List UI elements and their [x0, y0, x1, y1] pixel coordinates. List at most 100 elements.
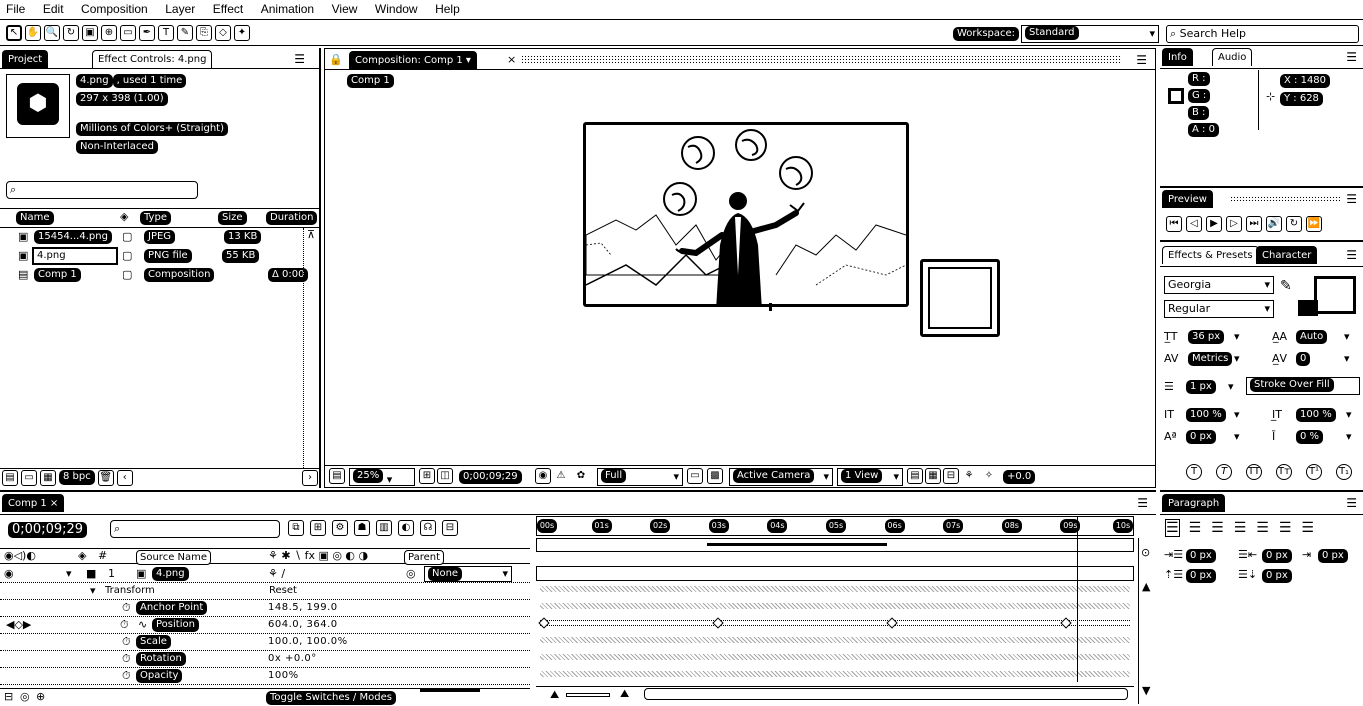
tab-project[interactable]: Project — [2, 50, 49, 68]
expand-icon[interactable]: ▾ — [66, 567, 72, 580]
keyframe-diamond[interactable] — [538, 617, 550, 629]
chevron-down-icon[interactable]: ▾ — [1234, 430, 1240, 443]
exposure-value[interactable]: +0.0 — [1003, 470, 1036, 484]
time-navigator[interactable] — [644, 688, 1128, 700]
tab-effect-controls[interactable]: Effect Controls: 4.png — [92, 50, 213, 68]
space-before-value[interactable]: 0 px — [1186, 569, 1216, 583]
all-caps-icon[interactable]: TT — [1246, 464, 1262, 480]
new-composition-icon[interactable]: ▦ — [40, 470, 56, 486]
search-help-input[interactable]: ⌕ Search Help — [1166, 25, 1359, 43]
menu-animation[interactable]: Animation — [261, 2, 314, 16]
stroke-width-value[interactable]: 1 px — [1186, 380, 1216, 394]
pickwhip-icon[interactable]: ◎ — [406, 567, 416, 580]
kerning-value[interactable]: Metrics — [1188, 352, 1233, 366]
zoom-in-icon[interactable]: ⛰ — [620, 687, 629, 701]
stroke-mode-select[interactable]: Stroke Over Fill — [1246, 377, 1360, 395]
graph-editor-icon[interactable]: ⊟ — [442, 520, 458, 536]
time-ruler[interactable]: 00s 01s 02s 03s 04s 05s 06s 07s 08s 09s 10s — [536, 516, 1134, 536]
menu-file[interactable]: File — [6, 2, 25, 16]
expand-icon[interactable]: ▾ — [90, 584, 96, 597]
space-after-value[interactable]: 0 px — [1262, 569, 1292, 583]
menu-help[interactable]: Help — [435, 2, 460, 16]
selection-tool-icon[interactable]: ↖ — [6, 25, 22, 41]
font-family-select[interactable]: Georgia ▾ — [1164, 276, 1274, 294]
panel-menu-icon[interactable]: ☰ — [1346, 192, 1357, 206]
tab-timeline-comp[interactable]: Comp 1 × — [2, 494, 65, 512]
lock-icon[interactable]: 🔒 — [329, 53, 343, 66]
mask-visibility-icon[interactable]: ◫ — [437, 468, 453, 484]
stopwatch-icon[interactable]: ⏱ — [122, 601, 131, 615]
keyframe-diamond[interactable] — [1060, 617, 1072, 629]
eyedropper-icon[interactable]: ✎ — [1280, 278, 1292, 294]
justify-left-icon[interactable]: ☰ — [1234, 520, 1247, 536]
hand-tool-icon[interactable]: ✋ — [25, 25, 41, 41]
zoom-out-icon[interactable]: ⛰ — [550, 688, 559, 702]
source-name-header[interactable]: Source Name — [136, 550, 212, 565]
camera-tool-icon[interactable]: ▣ — [82, 25, 98, 41]
timeline-search-input[interactable]: ⌕ — [110, 520, 280, 538]
small-caps-icon[interactable]: Tᴛ — [1276, 464, 1292, 480]
previous-frame-icon[interactable]: ◁ — [1186, 216, 1202, 232]
views-select[interactable]: 1 View ▾ — [837, 468, 903, 486]
brush-tool-icon[interactable]: ✎ — [177, 25, 193, 41]
tsume-value[interactable]: 0 % — [1296, 430, 1324, 444]
rectangle-tool-icon[interactable]: ▭ — [120, 25, 136, 41]
align-left-icon[interactable]: ☰ — [1165, 519, 1180, 537]
property-value[interactable]: 100% — [268, 670, 299, 681]
panel-menu-icon[interactable]: ☰ — [1137, 496, 1148, 510]
chevron-down-icon[interactable]: ▾ — [1234, 408, 1240, 421]
panel-menu-icon[interactable]: ☰ — [1346, 496, 1357, 510]
scroll-left-icon[interactable]: ‹ — [116, 470, 133, 486]
text-tool-icon[interactable]: T — [158, 25, 174, 41]
indent-right-value[interactable]: 0 px — [1262, 549, 1292, 563]
menu-window[interactable]: Window — [375, 2, 418, 16]
property-row[interactable]: ⏱ Scale 100.0, 100.0% — [0, 634, 530, 651]
chevron-down-icon[interactable]: ▾ — [1344, 352, 1350, 365]
tab-composition[interactable]: Composition: Comp 1 ▾ — [349, 51, 477, 69]
faux-italic-icon[interactable]: T — [1216, 464, 1232, 480]
first-frame-icon[interactable]: ⏮ — [1166, 216, 1182, 232]
keyframe-navigator-icon[interactable]: ◀◇▶ — [6, 618, 31, 631]
timeline-scrollbar[interactable]: ⊙ ▲ ▼ — [1138, 538, 1154, 704]
show-snapshot-icon[interactable]: ⚠ — [553, 468, 569, 484]
label-color-icon[interactable]: ■ — [86, 567, 96, 580]
exposure-icon[interactable]: ✧ — [981, 468, 997, 484]
property-row[interactable]: ◀◇▶ ⏱ ∿ Position 604.0, 364.0 — [0, 617, 530, 634]
list-item[interactable]: ▣ 15454...4.png ▢ JPEG 13 KB — [0, 228, 320, 247]
project-search-input[interactable]: ⌕ — [6, 181, 198, 199]
menu-edit[interactable]: Edit — [43, 2, 64, 16]
new-folder-icon[interactable]: ▭ — [21, 470, 37, 486]
reset-exposure-icon[interactable]: ⚘ — [961, 468, 977, 484]
subscript-icon[interactable]: T₁ — [1336, 464, 1352, 480]
col-size[interactable]: Size — [218, 211, 247, 225]
transparency-grid-icon[interactable]: ▩ — [707, 468, 723, 484]
layer-row[interactable]: ◉ ▾ ■ 1 ▣ 4.png ⚘ ∕ ◎ None ▾ — [0, 566, 530, 583]
comp-mini-flowchart-icon[interactable]: ⧉ — [288, 520, 304, 536]
tracking-value[interactable]: 0 — [1296, 352, 1311, 366]
audio-icon[interactable]: 🔊 — [1266, 216, 1282, 232]
menu-layer[interactable]: Layer — [165, 2, 195, 16]
vertical-scale-value[interactable]: 100 % — [1186, 408, 1226, 422]
property-row[interactable]: ⏱ Opacity 100% — [0, 668, 530, 685]
current-time[interactable]: 0;00;09;29 — [8, 522, 88, 538]
keyframe-diamond[interactable] — [712, 617, 724, 629]
menu-effect[interactable]: Effect — [213, 2, 243, 16]
font-style-select[interactable]: Regular ▾ — [1164, 300, 1274, 318]
justify-all-icon[interactable]: ☰ — [1301, 520, 1314, 536]
property-row[interactable]: ⏱ Anchor Point 148.5, 199.0 — [0, 600, 530, 617]
property-value[interactable]: 604.0, 364.0 — [268, 619, 338, 630]
comp-subtab[interactable]: Comp 1 — [347, 74, 394, 88]
font-size-value[interactable]: 36 px — [1188, 330, 1225, 344]
fill-color-swatch[interactable] — [1314, 276, 1356, 314]
rotation-tool-icon[interactable]: ↻ — [63, 25, 79, 41]
layer-name[interactable]: 4.png — [152, 567, 189, 581]
baseline-shift-value[interactable]: 0 px — [1186, 430, 1216, 444]
align-right-icon[interactable]: ☰ — [1211, 520, 1224, 536]
panel-menu-icon[interactable]: ☰ — [1346, 50, 1357, 64]
composition-viewer[interactable] — [325, 91, 1155, 463]
project-scrollbar[interactable]: ⊼ — [303, 228, 319, 468]
list-item[interactable]: ▤ Comp 1 ▢ Composition Δ 0:00 — [0, 266, 320, 285]
property-value[interactable]: 148.5, 199.0 — [268, 602, 338, 613]
scroll-down-icon[interactable]: ▼ — [1142, 684, 1150, 697]
tab-audio[interactable]: Audio — [1212, 48, 1253, 66]
